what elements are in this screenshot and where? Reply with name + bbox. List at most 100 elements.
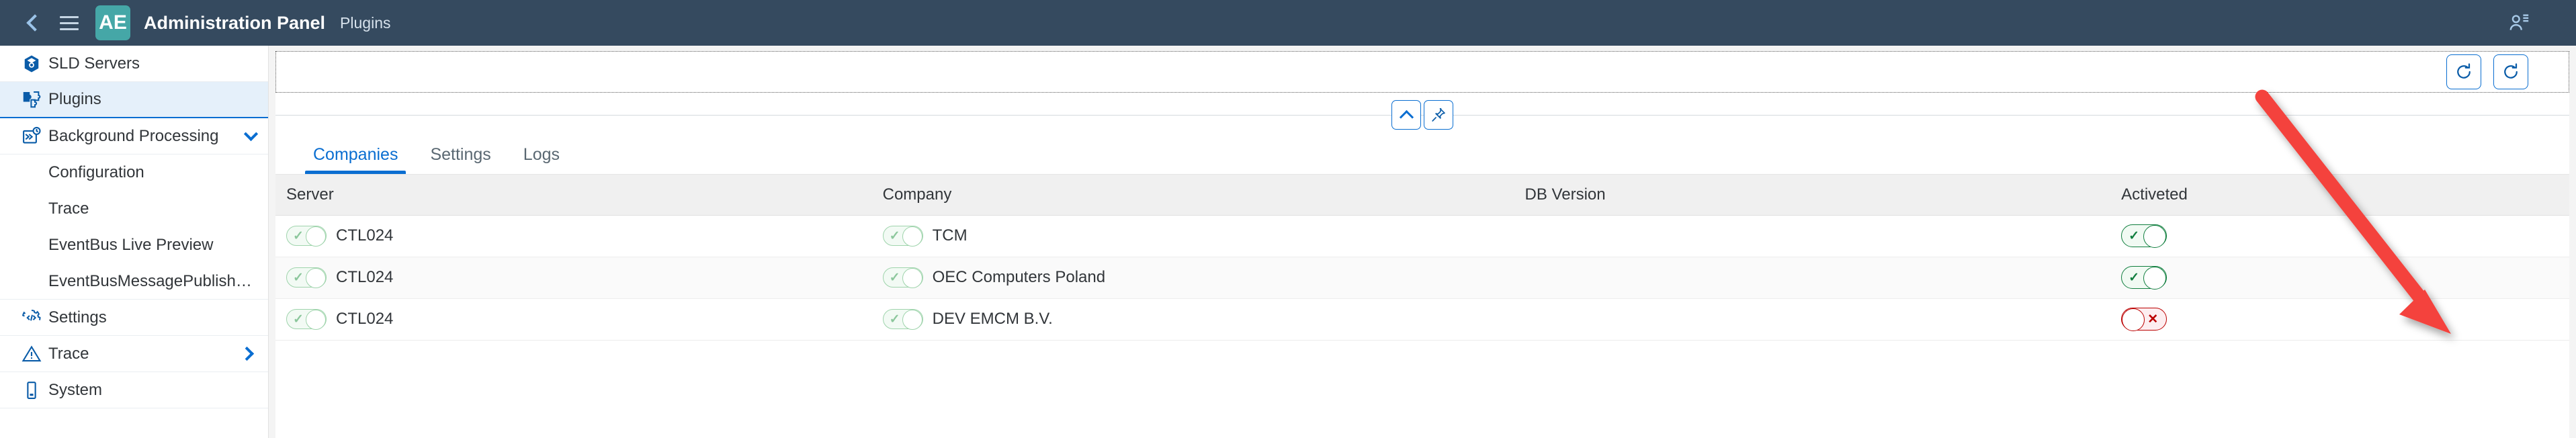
page-title: Administration Panel — [144, 12, 326, 33]
top-bar-actions — [2503, 7, 2561, 38]
activated-toggle[interactable]: ✓ — [2121, 266, 2167, 290]
server-toggle[interactable]: ✓ — [286, 226, 327, 247]
refresh-button[interactable] — [2446, 54, 2481, 89]
tab-companies[interactable]: Companies — [302, 145, 409, 174]
user-settings-icon[interactable] — [2503, 7, 2534, 38]
pin-icon — [1432, 107, 1445, 122]
device-icon — [15, 380, 48, 400]
cell-activated: ✕ — [2110, 298, 2569, 341]
sidebar-item-trace[interactable]: Trace — [0, 336, 268, 372]
column-header-activated[interactable]: Activeted — [2110, 175, 2569, 216]
application-root: AE Administration Panel Plugins SLD Serv… — [0, 0, 2576, 438]
sidebar-navigation: SLD Servers Plugins Background Processin… — [0, 46, 269, 438]
server-name: CTL024 — [336, 226, 394, 245]
sidebar-item-label: Trace — [48, 344, 89, 363]
sidebar-item-label: Plugins — [48, 90, 101, 108]
check-icon: ✓ — [293, 270, 304, 285]
chevron-up-icon — [1399, 110, 1414, 124]
pin-button[interactable] — [1424, 100, 1453, 130]
chevron-down-icon[interactable] — [243, 126, 259, 143]
companies-table: Server Company DB Version Activeted ✓ CT… — [275, 175, 2569, 341]
server-name: CTL024 — [336, 310, 394, 328]
check-icon: ✓ — [889, 312, 900, 326]
cell-company: ✓ TCM — [871, 215, 1514, 257]
sidebar-item-system[interactable]: System — [0, 372, 268, 408]
table-row[interactable]: ✓ CTL024 ✓ — [275, 215, 2569, 257]
table-row[interactable]: ✓ CTL024 ✓ — [275, 298, 2569, 341]
splitter-buttons — [1391, 100, 1453, 130]
chevron-right-icon[interactable] — [239, 346, 256, 361]
table-header-row: Server Company DB Version Activeted — [275, 175, 2569, 216]
sidebar-item-eventbus-message-publisher[interactable]: EventBusMessagePublisher... — [0, 263, 268, 300]
chevron-left-icon — [26, 14, 44, 32]
check-icon: ✓ — [2129, 270, 2140, 285]
cell-db-version — [1514, 298, 2111, 341]
toggle-knob — [306, 310, 326, 330]
sidebar-item-label: EventBus Live Preview — [48, 236, 214, 254]
tab-settings[interactable]: Settings — [419, 145, 501, 174]
column-header-company[interactable]: Company — [871, 175, 1514, 216]
reload-button[interactable] — [2493, 54, 2528, 89]
company-toggle[interactable]: ✓ — [882, 226, 923, 247]
top-filter-panel — [275, 51, 2569, 93]
company-toggle[interactable]: ✓ — [882, 267, 923, 288]
menu-toggle-button[interactable] — [51, 5, 87, 41]
column-header-server[interactable]: Server — [275, 175, 872, 216]
body-wrapper: SLD Servers Plugins Background Processin… — [0, 46, 2576, 438]
company-toggle[interactable]: ✓ — [882, 309, 923, 330]
check-icon: ✓ — [889, 228, 900, 243]
activated-toggle[interactable]: ✓ — [2121, 224, 2167, 248]
cell-company: ✓ OEC Computers Poland — [871, 257, 1514, 299]
splitter-bar — [275, 93, 2569, 137]
company-name: DEV EMCM B.V. — [932, 310, 1053, 328]
company-name: OEC Computers Poland — [932, 268, 1106, 286]
sidebar-item-configuration[interactable]: Configuration — [0, 155, 268, 191]
cell-db-version — [1514, 215, 2111, 257]
cell-server: ✓ CTL024 — [275, 257, 872, 299]
toggle-knob — [2122, 308, 2145, 331]
column-header-db-version[interactable]: DB Version — [1514, 175, 2111, 216]
sidebar-item-label: Trace — [48, 200, 89, 218]
sidebar-item-plugins[interactable]: Plugins — [0, 82, 268, 118]
sidebar-item-label: SLD Servers — [48, 54, 140, 73]
toggle-knob — [2143, 267, 2167, 290]
collapse-button[interactable] — [1391, 100, 1421, 130]
table-body: ✓ CTL024 ✓ TCM ✓ ✓ CTL024 ✓ OEC Computer… — [275, 215, 2569, 341]
cross-icon: ✕ — [2147, 312, 2159, 326]
server-toggle[interactable]: ✓ — [286, 267, 327, 288]
background-tasks-icon — [15, 126, 48, 146]
toggle-knob — [902, 310, 922, 330]
content-panel: Companies Settings Logs Server Company D… — [275, 93, 2569, 438]
table-row[interactable]: ✓ CTL024 ✓ — [275, 257, 2569, 299]
check-icon: ✓ — [293, 228, 304, 243]
cube-icon — [15, 54, 48, 74]
back-button[interactable] — [15, 5, 51, 41]
cell-server: ✓ CTL024 — [275, 215, 872, 257]
cell-activated: ✓ — [2110, 257, 2569, 299]
toggle-knob — [2143, 225, 2167, 248]
settings-code-icon — [15, 308, 48, 328]
tab-logs[interactable]: Logs — [513, 145, 570, 174]
cell-db-version — [1514, 257, 2111, 299]
sidebar-item-sld-servers[interactable]: SLD Servers — [0, 46, 268, 82]
company-name: TCM — [932, 226, 968, 245]
toggle-knob — [306, 268, 326, 288]
sidebar-item-settings[interactable]: Settings — [0, 300, 268, 336]
sidebar-item-label: EventBusMessagePublisher... — [48, 271, 256, 290]
toggle-knob — [306, 226, 326, 247]
cell-company: ✓ DEV EMCM B.V. — [871, 298, 1514, 341]
main-content: Companies Settings Logs Server Company D… — [269, 46, 2576, 438]
app-logo: AE — [95, 5, 130, 40]
toggle-knob — [902, 226, 922, 247]
check-icon: ✓ — [889, 270, 900, 285]
server-toggle[interactable]: ✓ — [286, 309, 327, 330]
sidebar-item-background-processing[interactable]: Background Processing — [0, 118, 268, 155]
activated-toggle[interactable]: ✕ — [2121, 308, 2167, 331]
sidebar-item-eventbus-live-preview[interactable]: EventBus Live Preview — [0, 227, 268, 263]
cell-server: ✓ CTL024 — [275, 298, 872, 341]
table-header: Server Company DB Version Activeted — [275, 175, 2569, 216]
sidebar-item-trace-sub[interactable]: Trace — [0, 191, 268, 227]
sidebar-item-label: Settings — [48, 308, 107, 326]
toggle-knob — [902, 268, 922, 288]
hamburger-menu-icon — [60, 15, 79, 30]
